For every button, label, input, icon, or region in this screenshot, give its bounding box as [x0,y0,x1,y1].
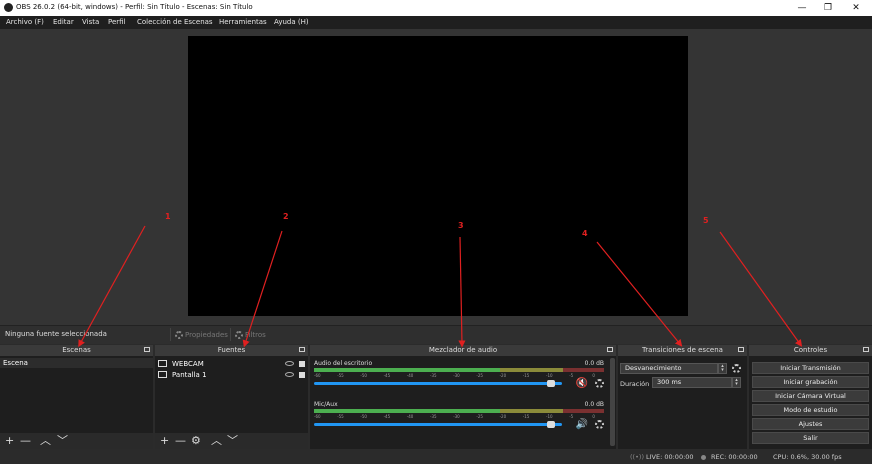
annotation-arrow-3 [458,236,466,348]
annotation-label-4: 4 [582,229,588,238]
annotation-label-2: 2 [283,212,289,221]
annotation-arrows [78,225,803,348]
annotation-arrow-1 [78,225,146,348]
annotation-arrow-5 [719,231,803,347]
annotation-arrow-2 [242,230,283,348]
annotation-label-5: 5 [703,216,709,225]
annotation-label-3: 3 [458,221,464,230]
annotation-arrow-4 [596,241,683,347]
annotation-label-1: 1 [165,212,171,221]
